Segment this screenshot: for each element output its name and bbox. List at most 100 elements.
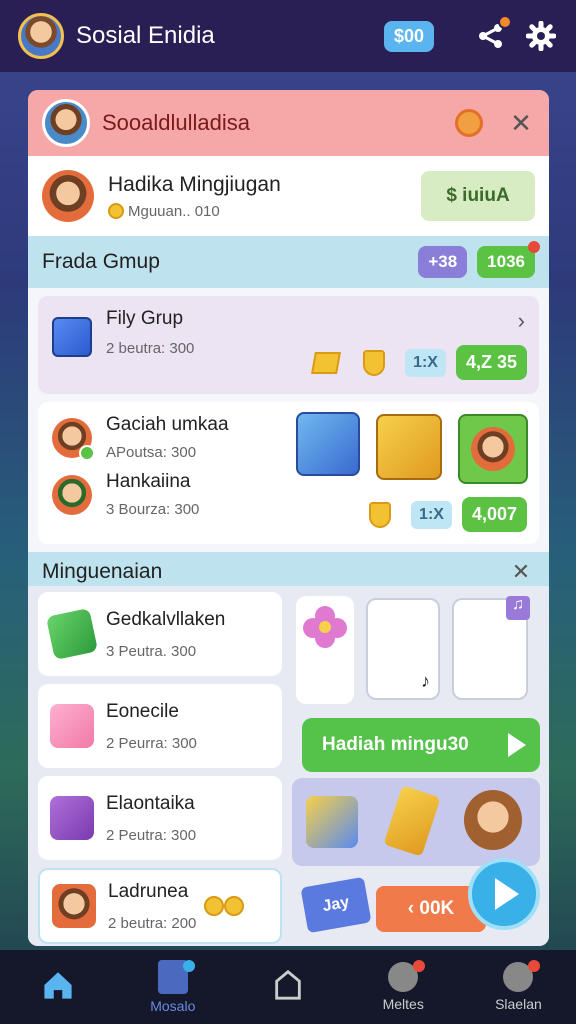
group-name: Fily Grup (106, 308, 184, 329)
chevron-right-icon[interactable]: › (518, 308, 525, 334)
member-sub: 3 Bourza: 300 (106, 501, 200, 518)
play-icon (508, 733, 526, 757)
close-icon[interactable]: ✕ (507, 559, 535, 585)
nav-slaelan[interactable]: Slaelan (461, 950, 576, 1024)
top-bar: Sosial Enidia $00 (0, 0, 576, 72)
list-item-name: Elaontaika (106, 792, 195, 814)
member-text: Hankaiina 3 Bourza: 300 (106, 471, 199, 518)
mascot-icon (464, 790, 522, 850)
member-sub: APoutsa: 300 (106, 444, 197, 461)
group-card[interactable]: Fily Grup 2 beutra: 300 › 1:X 4,Z 35 (38, 296, 539, 394)
gold-gem-icon (311, 351, 342, 374)
settings-button[interactable] (524, 19, 558, 53)
music-note-icon: ♪ (421, 671, 430, 691)
chest-icon (296, 412, 360, 476)
share-button[interactable] (474, 15, 512, 53)
group-section-title: Frada Gmup (42, 250, 160, 273)
list-item-sub: 2 beutra: 200 (108, 914, 197, 932)
list-item-text: Eonecile 2 Peurra: 300 (106, 701, 197, 752)
weekly-area: Gedkalvllaken 3 Peutra. 300 Eonecile 2 P… (28, 586, 549, 946)
empty-slot[interactable]: ♪ (366, 598, 440, 700)
user-name: Hadika Mingjiugan (108, 172, 281, 196)
social-panel: Sooaldlulladisa ✕ Hadika Mingjiugan Mguu… (28, 90, 549, 946)
list-item[interactable]: Elaontaika 2 Peutra: 300 (38, 776, 282, 860)
play-icon (495, 878, 519, 910)
score-pill[interactable]: 1036 (477, 241, 540, 278)
profile-avatar[interactable] (18, 13, 64, 59)
member-name: Gaciah umkaa (106, 414, 229, 435)
nav-home[interactable] (0, 950, 115, 1024)
score-pill-value: 1036 (487, 252, 525, 271)
nav-meltes[interactable]: Meltes (346, 950, 461, 1024)
reward-items-tile (292, 778, 540, 866)
empty-slot[interactable]: ♫ (452, 596, 530, 700)
coin-balance[interactable]: $00 (383, 20, 434, 52)
list-item-text: Elaontaika 2 Peutra: 300 (106, 793, 196, 844)
list-item-name: Eonecile (106, 700, 179, 722)
panel-title: Sooaldlulladisa (102, 110, 250, 135)
flower-tile[interactable] (296, 596, 354, 704)
user-row: Hadika Mingjiugan Mguuan.. 010 $ iuiuA (28, 156, 549, 236)
music-note-icon: ♫ (506, 596, 530, 620)
nav-share[interactable] (230, 950, 345, 1024)
bottom-nav: Mosalo Meltes Slaelan (0, 950, 576, 1024)
user-info: Hadika Mingjiugan Mguuan.. 010 (108, 173, 421, 220)
tag-badge: Jay (300, 876, 372, 934)
user-action-button[interactable]: $ iuiuA (421, 171, 535, 221)
member-row[interactable]: Gaciah umkaa APoutsa: 300 (52, 414, 525, 461)
multiplier-tag: 1:X (405, 348, 446, 377)
group-section-header: Frada Gmup +38 1036 (28, 236, 549, 288)
coin-icon (224, 896, 245, 916)
notification-dot (498, 15, 512, 29)
character-card-icon (458, 414, 528, 484)
notification-dot (182, 960, 195, 972)
home-icon (43, 972, 72, 999)
gear-icon (526, 21, 556, 51)
list-item-name: Gedkalvllaken (106, 608, 226, 630)
week-section-title: Minguenaian (42, 560, 163, 583)
bag-icon (50, 796, 94, 840)
user-sub-text: Mguuan.. 010 (128, 202, 220, 220)
group-value: 4,Z 35 (455, 345, 527, 380)
members-card-rewards: 1:X 4,007 (369, 497, 527, 532)
treasure-icon (376, 414, 442, 480)
shield-icon (369, 501, 392, 528)
list-item[interactable]: Ladrunea 2 beutra: 200 (38, 868, 282, 944)
notification-dot (413, 960, 426, 972)
members-card: Gaciah umkaa APoutsa: 300 Hankaiina 3 Bo… (38, 402, 539, 544)
flower-icon (303, 606, 347, 648)
gift-box-icon (52, 316, 92, 357)
list-item[interactable]: Gedkalvllaken 3 Peutra. 300 (38, 592, 282, 676)
nav-mosalo[interactable]: Mosalo (115, 950, 230, 1024)
close-icon[interactable]: ✕ (507, 108, 535, 139)
member-avatar (52, 474, 92, 515)
list-item-sub: 2 Peurra: 300 (106, 734, 197, 752)
nav-label: Meltes (382, 996, 424, 1012)
list-item-sub: 2 Peutra: 300 (106, 826, 197, 844)
coin-icon (204, 896, 225, 916)
user-avatar (42, 170, 94, 222)
panel-avatar (42, 99, 90, 147)
list-item-text: Ladrunea 2 beutra: 200 (108, 881, 196, 932)
weekly-reward-button[interactable]: Hadiah mingu30 (302, 718, 540, 772)
list-item[interactable]: Eonecile 2 Peurra: 300 (38, 684, 282, 768)
medal-icon[interactable] (455, 109, 483, 137)
notification-dot (528, 960, 541, 972)
shield-icon (363, 349, 386, 376)
notification-dot (528, 241, 540, 253)
chest-icon (306, 796, 358, 848)
upload-icon (275, 969, 301, 1000)
group-card-rewards: 1:X 4,Z 35 (311, 345, 527, 380)
list-item-text: Gedkalvllaken 3 Peutra. 300 (106, 609, 225, 660)
play-fab[interactable] (468, 858, 540, 930)
member-text: Gaciah umkaa APoutsa: 300 (106, 414, 229, 461)
check-icon (79, 444, 95, 461)
user-sub: Mguuan.. 010 (108, 203, 421, 220)
member-avatar (52, 417, 95, 461)
nav-label: Slaelan (495, 996, 542, 1012)
members-value: 4,007 (461, 497, 527, 532)
diamond-pill[interactable]: +38 (418, 246, 468, 278)
panel-header: Sooaldlulladisa ✕ (28, 90, 549, 156)
player-avatar (52, 884, 96, 928)
ticket-icon (45, 607, 99, 661)
